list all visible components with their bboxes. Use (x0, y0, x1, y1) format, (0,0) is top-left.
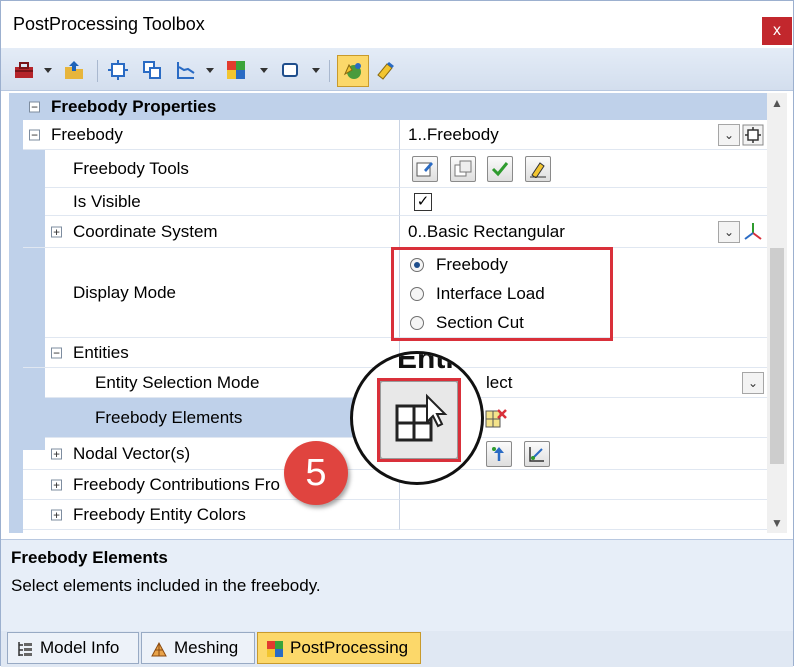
display-mode-highlight-box (391, 247, 613, 341)
nodal-vectors-label: Nodal Vector(s) (73, 443, 191, 463)
freebody-tools-label: Freebody Tools (73, 158, 189, 178)
button-highlight-box (377, 378, 461, 462)
entity-selection-mode-dropdown-button[interactable]: ⌄ (742, 371, 764, 394)
remove-elements-icon[interactable] (484, 407, 508, 431)
group-icon[interactable] (141, 59, 163, 81)
toolbar-separator (97, 60, 98, 82)
contour-grid-icon (267, 641, 283, 657)
expand-contributions-toggle[interactable]: + (51, 479, 62, 490)
entity-selection-mode-label: Entity Selection Mode (95, 372, 260, 392)
coordinate-system-select[interactable]: 0..Basic Rectangular ⌄ (399, 216, 767, 248)
pen-icon[interactable] (375, 59, 397, 81)
entities-label: Entities (73, 342, 129, 362)
scrollbar-thumb[interactable] (770, 248, 784, 464)
row-coordinate-system: + Coordinate System 0..Basic Rectangular… (9, 216, 767, 248)
freebody-select[interactable]: 1..Freebody ⌄ (399, 120, 767, 150)
window-title: PostProcessing Toolbox (13, 14, 205, 34)
expand-coordinate-system-toggle[interactable]: + (51, 226, 62, 237)
toolbox-icon[interactable] (13, 59, 35, 81)
section-freebody-properties: − Freebody Properties (9, 93, 767, 120)
postprocessing-toolbox-window: PostProcessing Toolbox x − Freebody Prop… (0, 0, 794, 667)
graph-dropdown-arrow[interactable] (206, 68, 214, 73)
coordinate-axes-icon[interactable] (742, 221, 764, 243)
scroll-up-arrow-icon[interactable]: ▲ (767, 93, 787, 113)
row-is-visible: Is Visible ✓ (9, 188, 767, 216)
apply-freebody-button[interactable] (487, 155, 513, 182)
coordinate-system-dropdown-button[interactable]: ⌄ (718, 220, 740, 243)
vertical-scrollbar[interactable]: ▲ ▼ (767, 93, 787, 533)
edit-icon (416, 161, 433, 176)
box-dropdown-arrow[interactable] (312, 68, 320, 73)
freebody-tool-button[interactable] (337, 55, 369, 87)
edit-freebody-button[interactable] (412, 155, 438, 182)
tree-list-icon (18, 642, 32, 656)
description-title: Freebody Elements (11, 548, 168, 567)
row-display-mode: Display Mode Freebody Interface Load Sec… (9, 248, 767, 338)
row-freebody-tools: Freebody Tools (9, 150, 767, 188)
freebody-icon[interactable] (107, 59, 129, 81)
tab-meshing[interactable]: Meshing (141, 632, 255, 664)
vector-arrow-icon (492, 446, 504, 461)
coordinate-system-value: 0..Basic Rectangular (408, 221, 565, 241)
freebody-tool-icon (343, 63, 361, 79)
collapse-entities-toggle[interactable]: − (51, 347, 62, 358)
graph-icon[interactable] (175, 59, 197, 81)
collapse-freebody-toggle[interactable]: − (29, 129, 40, 140)
display-mode-label: Display Mode (73, 282, 176, 302)
freebody-dropdown-button[interactable]: ⌄ (718, 123, 740, 146)
coordinate-system-label: Coordinate System (73, 221, 218, 241)
magnifier-callout: Enti (350, 351, 484, 485)
tab-model-info[interactable]: Model Info (7, 632, 139, 664)
close-button[interactable]: x (762, 17, 792, 45)
contour-dropdown-arrow[interactable] (260, 68, 268, 73)
collapse-section-toggle[interactable]: − (29, 101, 40, 112)
description-panel: Freebody Elements Select elements includ… (1, 539, 793, 631)
freebody-value: 1..Freebody (408, 124, 499, 144)
copy-freebody-button[interactable] (450, 155, 476, 182)
vector-plot-icon (529, 446, 544, 462)
close-icon: x (773, 22, 781, 39)
tab-postprocessing-label: PostProcessing (290, 638, 409, 657)
expand-nodal-vectors-toggle[interactable]: + (51, 448, 62, 459)
is-visible-label: Is Visible (73, 191, 141, 211)
box-icon[interactable] (279, 59, 301, 81)
scroll-down-arrow-icon[interactable]: ▼ (767, 513, 787, 533)
step-number-badge: 5 (284, 441, 348, 505)
contour-icon[interactable] (225, 59, 247, 81)
tab-postprocessing[interactable]: PostProcessing (257, 632, 421, 664)
expand-entity-colors-toggle[interactable]: + (51, 509, 62, 520)
is-visible-checkbox[interactable]: ✓ (414, 192, 432, 211)
title-bar: PostProcessing Toolbox x (1, 1, 793, 48)
toolbox-dropdown-arrow[interactable] (44, 68, 52, 73)
toolbar (1, 48, 793, 91)
mesh-icon (151, 641, 167, 657)
tab-meshing-label: Meshing (174, 638, 239, 657)
entity-selection-mode-value: lect (486, 372, 513, 392)
freebody-manager-icon[interactable] (742, 124, 764, 146)
copy-icon (454, 160, 472, 176)
row-freebody: − Freebody 1..Freebody ⌄ (9, 120, 767, 150)
nodal-vector-plot-button[interactable] (524, 440, 550, 467)
tab-model-info-label: Model Info (40, 638, 120, 657)
freebody-elements-label: Freebody Elements (95, 407, 243, 427)
highlighter-icon (530, 161, 546, 178)
magnified-entities-text: Enti (397, 351, 454, 375)
freebody-entity-colors-label: Freebody Entity Colors (73, 504, 246, 524)
bottom-tab-bar: Model Info Meshing PostProcessing (1, 631, 793, 667)
open-icon[interactable] (63, 59, 85, 81)
checkmark-icon (491, 161, 509, 176)
highlight-freebody-button[interactable] (525, 155, 551, 182)
toolbar-separator (329, 60, 330, 82)
freebody-label: Freebody (51, 124, 123, 144)
freebody-contributions-label: Freebody Contributions Fro (73, 474, 280, 494)
row-freebody-entity-colors: + Freebody Entity Colors (9, 500, 767, 530)
section-title: Freebody Properties (51, 96, 217, 116)
nodal-vector-direction-button[interactable] (486, 440, 512, 467)
description-text: Select elements included in the freebody… (11, 576, 321, 595)
